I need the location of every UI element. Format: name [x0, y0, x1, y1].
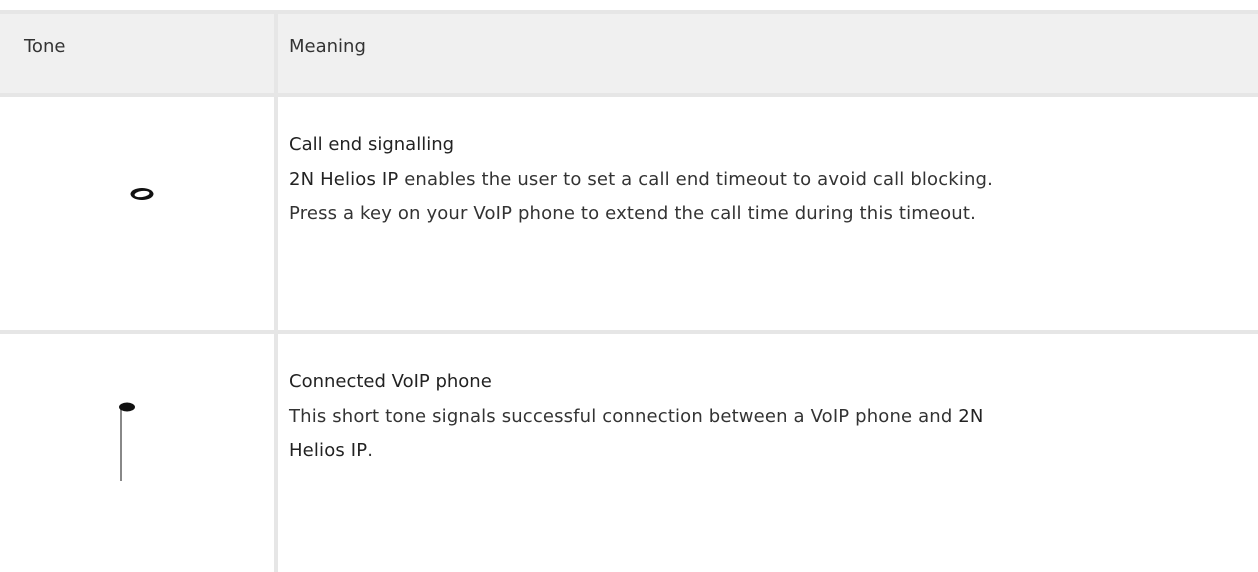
table-divider-row	[0, 330, 1258, 334]
row-title-connected: Connected VoIP phone	[289, 371, 492, 392]
row-description-line: 2N Helios IP enables the user to set a c…	[289, 163, 1254, 197]
product-name-part: 2N	[958, 406, 984, 427]
quarter-note-icon	[119, 402, 135, 481]
text-span: .	[367, 440, 374, 461]
text-span: enables the user to set a call end timeo…	[398, 169, 993, 190]
whole-note-icon	[130, 188, 154, 200]
row-description-line: This short tone signals successful conne…	[289, 400, 1254, 434]
header-meaning: Meaning	[289, 36, 366, 57]
table-divider-header	[0, 93, 1258, 97]
row-description-call-end: 2N Helios IP enables the user to set a c…	[289, 163, 1254, 231]
row-description-connected: This short tone signals successful conne…	[289, 400, 1254, 468]
header-tone: Tone	[24, 36, 66, 57]
row-description-line: Helios IP.	[289, 434, 1254, 468]
table-header-row	[0, 14, 1258, 93]
row-description-line: Press a key on your VoIP phone to extend…	[289, 203, 976, 224]
text-span: This short tone signals successful conne…	[289, 406, 959, 427]
tones-table: Tone Meaning Call end signalling 2N Heli…	[0, 0, 1258, 572]
table-border-top	[0, 10, 1258, 14]
product-name-part: Helios IP	[289, 440, 368, 461]
table-column-divider	[274, 12, 278, 572]
row-title-call-end: Call end signalling	[289, 134, 455, 155]
product-name: 2N Helios IP	[289, 169, 399, 190]
